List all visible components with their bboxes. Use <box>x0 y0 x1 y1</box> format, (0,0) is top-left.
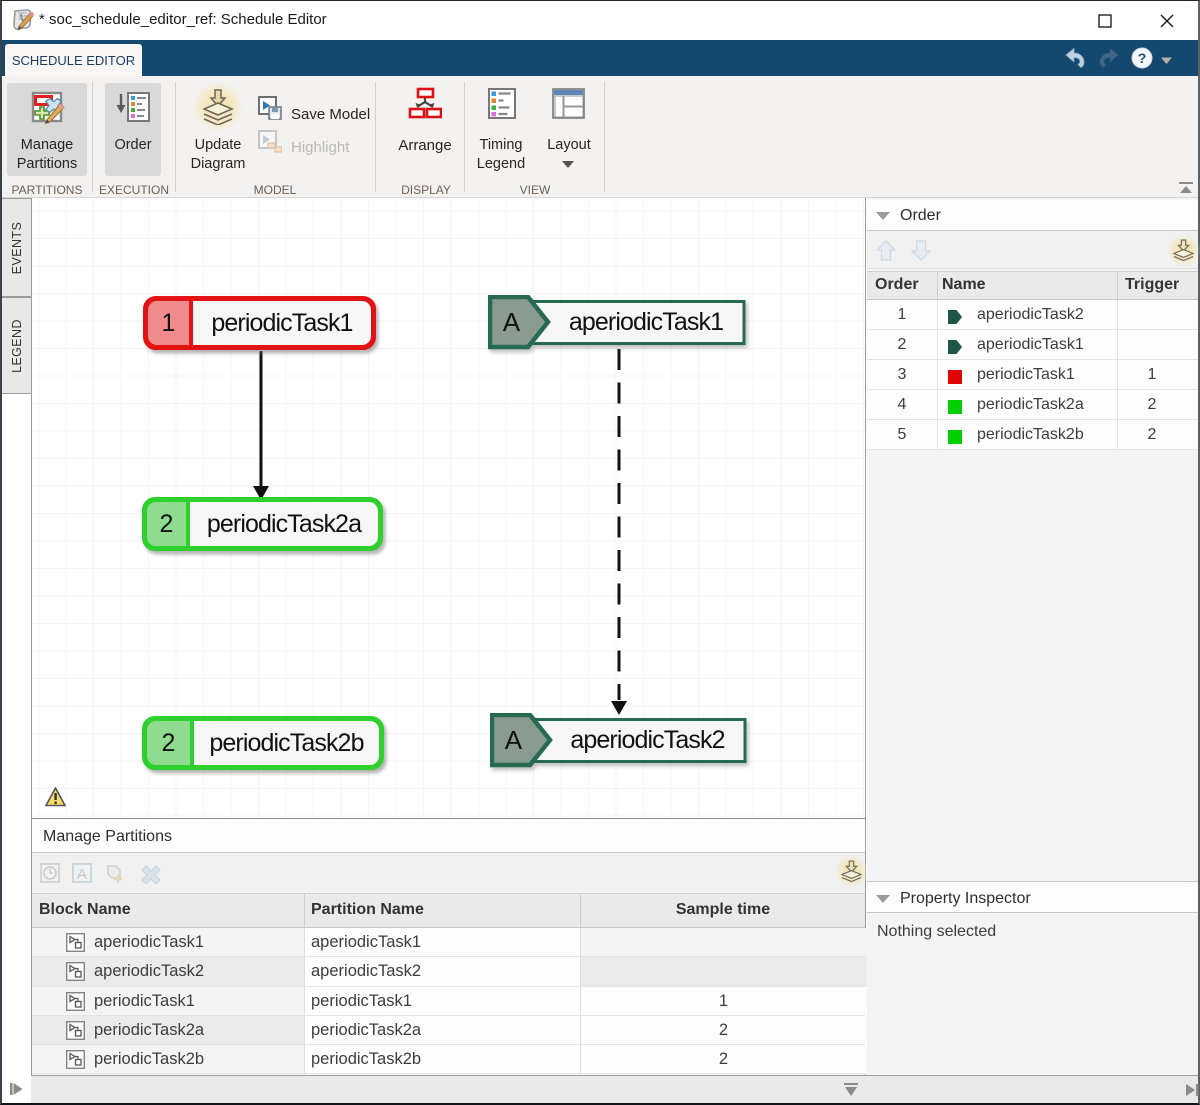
svg-text:A: A <box>77 866 87 883</box>
svg-text:?: ? <box>1138 50 1147 66</box>
